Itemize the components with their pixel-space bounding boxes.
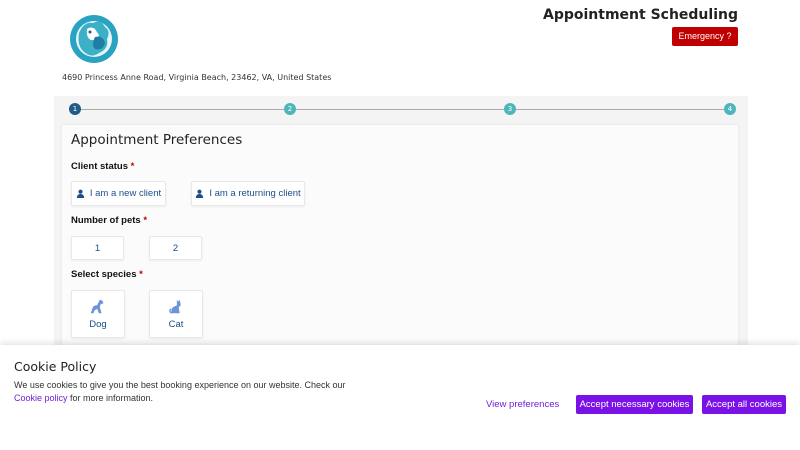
dog-icon: [90, 299, 104, 314]
progress-stepper: 1 2 3 4: [69, 103, 736, 115]
accept-all-cookies-button[interactable]: Accept all cookies: [702, 395, 786, 414]
step-2[interactable]: 2: [284, 103, 296, 115]
person-icon: [76, 189, 84, 198]
species-option-dog[interactable]: Dog: [71, 290, 125, 338]
accept-necessary-cookies-button[interactable]: Accept necessary cookies: [576, 395, 693, 414]
pets-option-2[interactable]: 2: [149, 236, 202, 260]
person-icon: [196, 189, 204, 198]
emergency-button[interactable]: Emergency ?: [672, 27, 738, 46]
number-of-pets-label: Number of pets *: [71, 215, 148, 226]
cookie-title: Cookie Policy: [14, 359, 97, 374]
view-preferences-link[interactable]: View preferences: [486, 399, 559, 410]
required-mark: *: [143, 215, 148, 226]
step-4[interactable]: 4: [724, 103, 736, 115]
new-client-option[interactable]: I am a new client: [71, 181, 166, 206]
species-option-cat[interactable]: Cat: [149, 290, 203, 338]
step-3[interactable]: 3: [504, 103, 516, 115]
pet-clinic-logo-icon[interactable]: [69, 13, 119, 65]
required-mark: *: [130, 161, 135, 172]
card-title: Appointment Preferences: [71, 132, 243, 148]
header: 4690 Princess Anne Road, Virginia Beach,…: [0, 0, 800, 95]
returning-client-option[interactable]: I am a returning client: [191, 181, 305, 206]
required-mark: *: [139, 269, 143, 280]
cookie-policy-link[interactable]: Cookie policy: [14, 393, 68, 403]
client-status-label: Client status *: [71, 161, 135, 172]
pets-option-1[interactable]: 1: [71, 236, 124, 260]
page-title: Appointment Scheduling: [543, 7, 738, 23]
stepper-line: [69, 108, 731, 110]
cat-icon: [169, 299, 181, 314]
step-1[interactable]: 1: [69, 103, 81, 115]
cookie-text: We use cookies to give you the best book…: [14, 380, 346, 403]
clinic-address: 4690 Princess Anne Road, Virginia Beach,…: [62, 73, 332, 82]
select-species-label: Select species *: [71, 269, 143, 280]
